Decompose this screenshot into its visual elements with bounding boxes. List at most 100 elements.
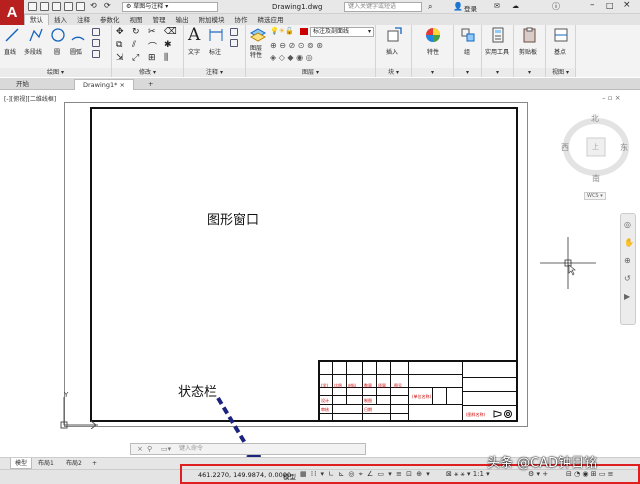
layers-panel-label[interactable]: 图层 ▾: [246, 68, 375, 77]
compass-north[interactable]: 北: [591, 113, 599, 124]
open-icon[interactable]: [40, 2, 49, 11]
model-tab[interactable]: 模型: [10, 458, 33, 469]
compass-south[interactable]: 南: [592, 173, 600, 184]
array-icon[interactable]: ⊞: [148, 53, 156, 63]
fillet-icon[interactable]: ⌒: [148, 40, 157, 53]
command-input[interactable]: 键入命令: [179, 444, 203, 454]
layer-on-icon[interactable]: 💡☀🔓: [270, 27, 294, 35]
groups-panel-dropdown[interactable]: ▾: [454, 68, 481, 77]
new-tab-button[interactable]: +: [140, 79, 161, 90]
stretch-icon[interactable]: ⇲: [116, 53, 124, 63]
rotate-icon[interactable]: ↻: [132, 27, 140, 37]
save-as-icon[interactable]: [64, 2, 73, 11]
annotation-panel-label[interactable]: 注释 ▾: [184, 68, 245, 77]
layout1-tab[interactable]: 布局1: [34, 458, 58, 469]
layer-properties-icon[interactable]: [250, 27, 266, 43]
drawing-tab[interactable]: Drawing1* ×: [74, 79, 134, 90]
group-icon[interactable]: [460, 27, 476, 43]
redo-icon[interactable]: ⟳: [104, 2, 113, 11]
workspace-select[interactable]: ⚙ 草图与注释 ▾: [122, 2, 218, 12]
explode-icon[interactable]: ✱: [164, 40, 172, 50]
application-menu-button[interactable]: A: [0, 0, 24, 28]
exchange-icon[interactable]: ✉: [494, 2, 500, 10]
tb-school: (学): [321, 383, 329, 388]
text-icon[interactable]: A: [188, 25, 200, 45]
copy-icon[interactable]: ⧉: [116, 40, 122, 50]
search-icon[interactable]: ⌕: [428, 2, 432, 12]
utilities-panel-dropdown[interactable]: ▾: [482, 68, 513, 77]
leader-icon[interactable]: [230, 28, 238, 36]
new-icon[interactable]: [28, 2, 37, 11]
draw-panel-label[interactable]: 绘图 ▾: [0, 68, 111, 77]
viewcube-top-face[interactable]: 上: [592, 142, 599, 152]
dimension-icon[interactable]: [208, 27, 224, 43]
maximize-icon[interactable]: □: [606, 1, 614, 10]
base-icon[interactable]: [553, 27, 569, 43]
ellipse-icon[interactable]: [92, 50, 100, 58]
utilities-panel: 实用工具 ▾: [482, 25, 514, 77]
offset-icon[interactable]: ⫼: [164, 53, 168, 63]
add-layout-button[interactable]: +: [88, 458, 101, 469]
compass-west[interactable]: 西: [561, 142, 569, 153]
minimize-icon[interactable]: –: [590, 0, 595, 10]
layer-tools-row1[interactable]: ⊕ ⊖ ⊘ ⊙ ⊚ ⊛: [270, 41, 323, 50]
tb-design: 设计: [321, 398, 329, 403]
line-icon[interactable]: [4, 27, 20, 43]
erase-icon[interactable]: ⌫: [164, 27, 177, 37]
clipboard-icon[interactable]: [522, 27, 538, 43]
close-tab-icon[interactable]: ×: [120, 81, 125, 89]
block-panel-label[interactable]: 块 ▾: [376, 68, 411, 77]
table-icon[interactable]: [230, 39, 238, 47]
start-tab[interactable]: 开始: [8, 79, 37, 90]
layer-dropdown[interactable]: 标注及剖面线 ▾: [310, 27, 374, 37]
arc-label: 圆弧: [70, 49, 83, 56]
recent-commands-icon[interactable]: ▭▾: [161, 444, 171, 454]
user-icon[interactable]: 👤: [453, 2, 463, 11]
search-input[interactable]: 键入关键字或短语: [344, 2, 422, 12]
showmotion-icon[interactable]: ▶: [624, 292, 630, 301]
properties-icon[interactable]: [425, 27, 441, 43]
polyline-icon[interactable]: [28, 27, 44, 43]
layer-tools-row2[interactable]: ◈ ◇ ◆ ◉ ◎: [270, 53, 313, 62]
move-icon[interactable]: ✥: [116, 27, 124, 37]
hatch-icon[interactable]: [92, 39, 100, 47]
drawing-viewport[interactable]: [-][俯视][二维线框] – ▫ × (学) 比例 材料 数量 质量 图号 设…: [0, 91, 640, 468]
customize-cmd-icon[interactable]: ⚲: [147, 444, 152, 454]
utilities-icon[interactable]: [490, 27, 506, 43]
ribbon: 直线 多段线 圆 圆弧 绘图 ▾ ✥ ↻ ✂ ⌫ ⧉ ⫽ ⌒ ✱ ⇲ ⤢ ⊞ ⫼…: [0, 25, 640, 77]
a360-icon[interactable]: ☁: [512, 2, 519, 10]
trim-icon[interactable]: ✂: [148, 27, 156, 37]
layers-panel: 图层特性 💡☀🔓 标注及剖面线 ▾ ⊕ ⊖ ⊘ ⊙ ⊚ ⊛ ◈ ◇ ◆ ◉ ◎ 图…: [246, 25, 376, 77]
viewcube[interactable]: 北 南 东 西 上 WCS ▾: [558, 113, 636, 203]
help-icon[interactable]: ⓘ: [552, 1, 560, 12]
viewport-window-controls[interactable]: – ▫ ×: [602, 94, 621, 102]
properties-panel-dropdown[interactable]: ▾: [412, 68, 453, 77]
utilities-label: 实用工具: [485, 49, 510, 56]
scale-icon[interactable]: ⤢: [132, 53, 139, 63]
login-link[interactable]: 登录: [464, 3, 477, 13]
circle-icon[interactable]: [50, 27, 66, 43]
view-panel-label[interactable]: 视图 ▾: [546, 68, 575, 77]
compass-east[interactable]: 东: [620, 142, 628, 153]
steering-wheel-icon[interactable]: ◎: [624, 220, 631, 229]
groups-panel: 组 ▾: [454, 25, 482, 77]
close-cmd-icon[interactable]: ×: [137, 444, 143, 454]
arc-icon[interactable]: [70, 27, 86, 43]
mirror-icon[interactable]: ⫽: [132, 40, 136, 50]
zoom-icon[interactable]: ⊕: [624, 256, 631, 265]
graphics-window-annotation: 图形窗口: [207, 213, 260, 228]
viewport-controls[interactable]: [-][俯视][二维线框]: [4, 94, 56, 103]
wcs-menu[interactable]: WCS ▾: [584, 192, 606, 200]
orbit-icon[interactable]: ↺: [624, 274, 631, 283]
print-icon[interactable]: [76, 2, 85, 11]
layout2-tab[interactable]: 布局2: [62, 458, 86, 469]
command-line[interactable]: × ⚲ ▭▾ 键入命令: [130, 443, 366, 455]
undo-icon[interactable]: ⟲: [90, 2, 99, 11]
rectangle-icon[interactable]: [92, 28, 100, 36]
pan-icon[interactable]: ✋: [624, 238, 634, 247]
modify-panel-label[interactable]: 修改 ▾: [112, 68, 183, 77]
clipboard-panel-dropdown[interactable]: ▾: [514, 68, 545, 77]
insert-icon[interactable]: [386, 27, 402, 43]
save-icon[interactable]: [52, 2, 61, 11]
close-icon[interactable]: ×: [623, 0, 631, 10]
